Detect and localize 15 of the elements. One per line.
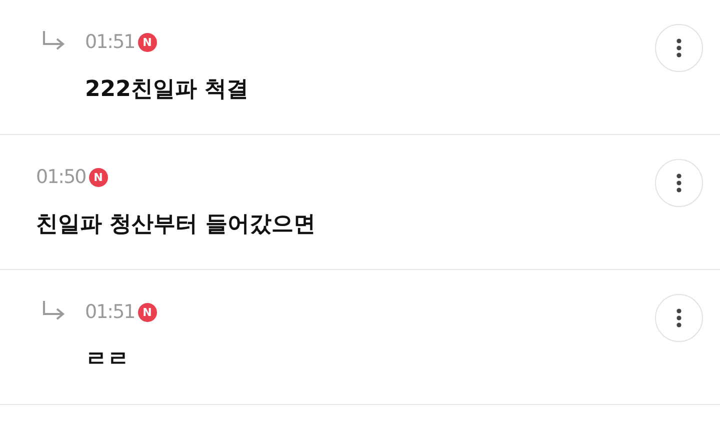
comment-text: 222친일파 척결: [85, 76, 250, 104]
more-icon: [676, 38, 682, 58]
comment-text: ㄹㄹ: [85, 346, 130, 374]
more-icon: [676, 173, 682, 193]
more-menu-button[interactable]: [655, 294, 703, 342]
new-badge: N: [138, 302, 157, 322]
more-menu-button[interactable]: [655, 159, 703, 207]
more-menu-button[interactable]: [655, 24, 703, 72]
more-icon: [676, 308, 682, 328]
new-badge: N: [88, 168, 108, 186]
comment-time: 01:51: [85, 31, 135, 53]
comment-time: 01:50: [36, 166, 86, 188]
comment-text: 친일파 청산부터 들어갔으면: [36, 211, 316, 239]
new-badge: N: [138, 32, 157, 52]
comment-time: 01:51: [85, 301, 135, 323]
